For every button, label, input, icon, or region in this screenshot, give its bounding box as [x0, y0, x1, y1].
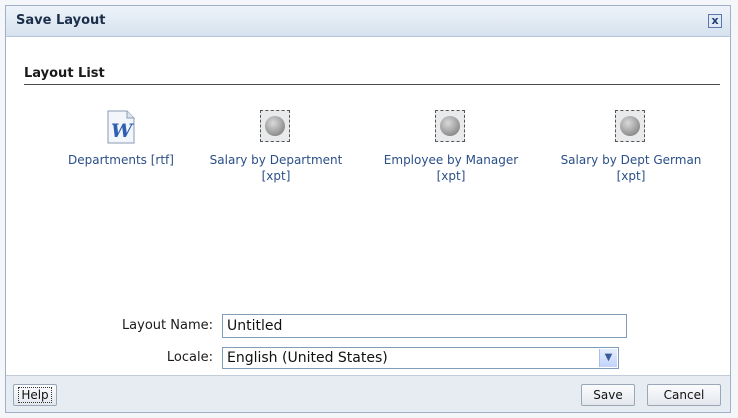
locale-select[interactable]: English (United States) ▼: [222, 347, 619, 369]
layout-item-label: Salary by Department [xpt]: [209, 153, 343, 183]
layout-item-salary-by-dept-german[interactable]: Salary by Dept German [xpt]: [556, 110, 706, 184]
globe-icon: [260, 110, 292, 144]
save-button[interactable]: Save: [581, 384, 635, 406]
layout-list-heading: Layout List: [24, 66, 105, 81]
cancel-button[interactable]: Cancel: [647, 384, 721, 406]
help-button-label: Help: [18, 387, 52, 403]
layout-item-salary-by-department[interactable]: Salary by Department [xpt]: [201, 110, 351, 184]
close-icon[interactable]: x: [708, 14, 722, 28]
globe-icon: [435, 110, 467, 144]
help-button[interactable]: Help: [13, 384, 57, 406]
section-divider: [24, 84, 720, 85]
dialog-titlebar: Save Layout x: [6, 6, 730, 37]
layout-item-departments[interactable]: W Departments [rtf]: [46, 110, 196, 168]
locale-label: Locale:: [166, 350, 213, 365]
word-document-icon: W: [105, 110, 137, 144]
layout-name-field[interactable]: [222, 314, 627, 338]
chevron-down-icon[interactable]: ▼: [599, 349, 617, 367]
svg-text:W: W: [111, 120, 134, 142]
layout-item-label: Departments [rtf]: [68, 153, 174, 167]
locale-selected-value: English (United States): [227, 350, 388, 366]
globe-icon: [615, 110, 647, 144]
dialog-title: Save Layout: [16, 13, 106, 28]
layout-item-label: Salary by Dept German [xpt]: [560, 153, 702, 183]
save-layout-dialog: Save Layout x Layout List W Departments …: [5, 5, 731, 413]
layout-item-employee-by-manager[interactable]: Employee by Manager [xpt]: [376, 110, 526, 184]
dialog-footer: Help Save Cancel: [6, 375, 730, 412]
layout-name-label: Layout Name:: [121, 318, 213, 333]
layout-item-label: Employee by Manager [xpt]: [383, 153, 519, 183]
